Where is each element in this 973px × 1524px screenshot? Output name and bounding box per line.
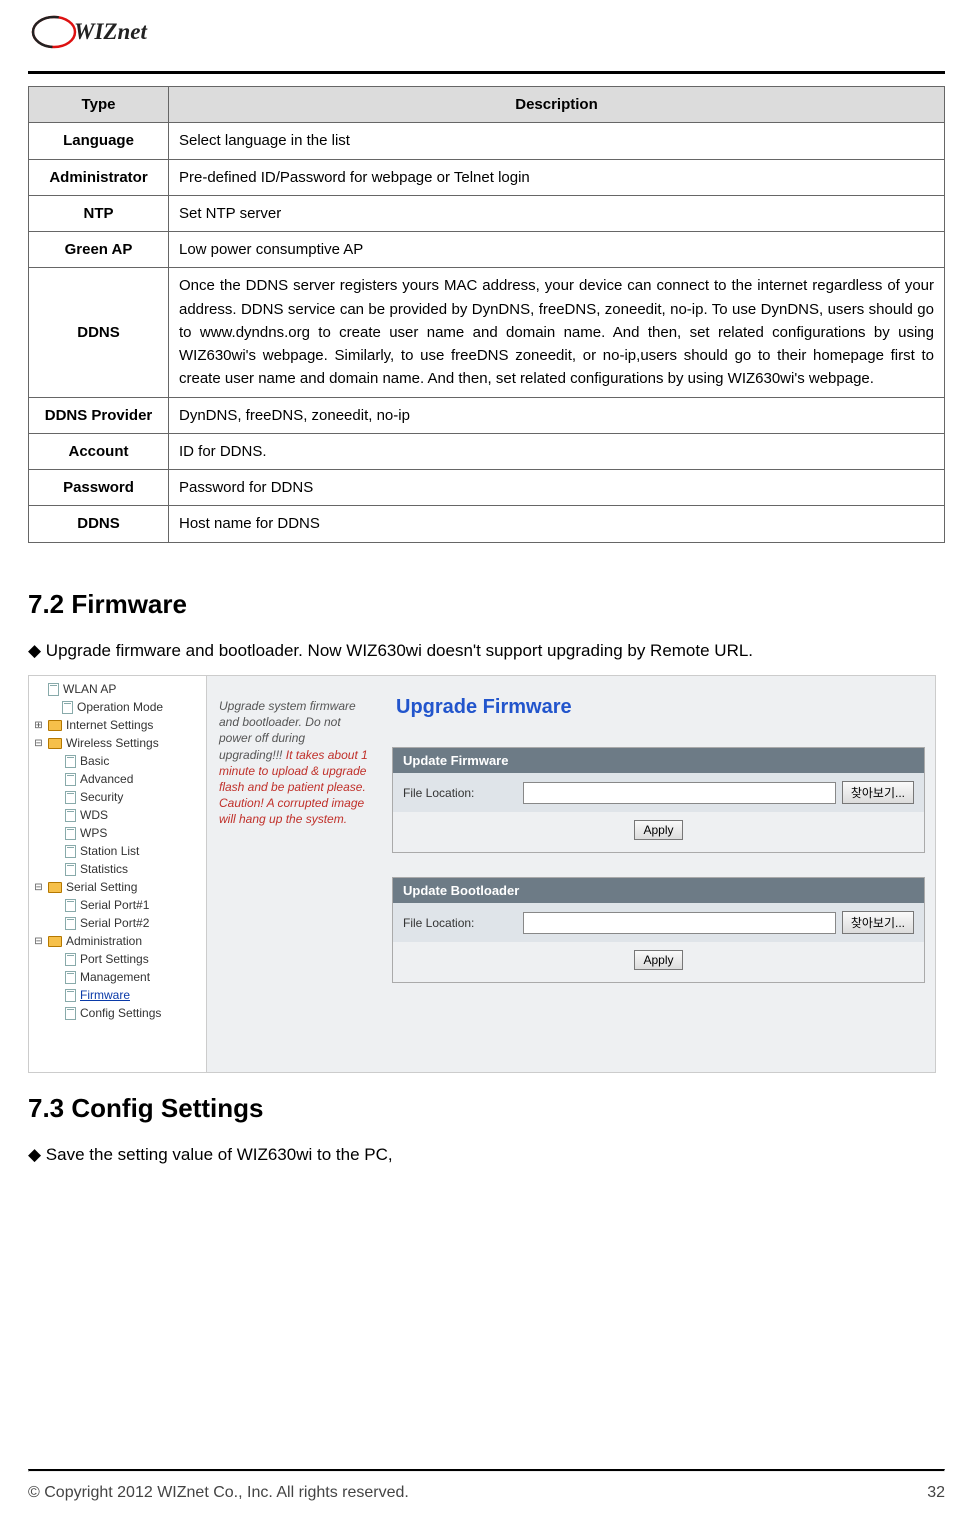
tree-serial-port-2[interactable]: Serial Port#2 — [33, 914, 202, 932]
table-row: LanguageSelect language in the list — [29, 123, 945, 159]
update-firmware-box: Update Firmware File Location: 찾아보기... A… — [392, 747, 925, 853]
tree-internet-settings[interactable]: ⊞Internet Settings — [33, 716, 202, 734]
table-row: DDNSOnce the DDNS server registers yours… — [29, 268, 945, 397]
tree-port-settings[interactable]: Port Settings — [33, 950, 202, 968]
col-type: Type — [29, 87, 169, 123]
header-rule — [28, 71, 945, 74]
spec-table: Type Description LanguageSelect language… — [28, 86, 945, 543]
svg-text:WIZnet: WIZnet — [74, 19, 147, 44]
update-bootloader-box: Update Bootloader File Location: 찾아보기...… — [392, 877, 925, 983]
tree-operation-mode[interactable]: Operation Mode — [33, 698, 202, 716]
firmware-bullet: ◆ Upgrade firmware and bootloader. Now W… — [28, 638, 945, 664]
tree-wds[interactable]: WDS — [33, 806, 202, 824]
table-row: PasswordPassword for DDNS — [29, 470, 945, 506]
table-row: AdministratorPre-defined ID/Password for… — [29, 159, 945, 195]
table-row: Green APLow power consumptive AP — [29, 232, 945, 268]
tree-serial-setting[interactable]: ⊟Serial Setting — [33, 878, 202, 896]
table-row: DDNSHost name for DDNS — [29, 506, 945, 542]
nav-tree: WLAN AP Operation Mode ⊞Internet Setting… — [29, 676, 207, 1072]
page-number: 32 — [927, 1484, 945, 1502]
tree-basic[interactable]: Basic — [33, 752, 202, 770]
tree-firmware[interactable]: Firmware — [33, 986, 202, 1004]
tree-advanced[interactable]: Advanced — [33, 770, 202, 788]
footer-rule — [28, 1469, 945, 1472]
firmware-screenshot: WLAN AP Operation Mode ⊞Internet Setting… — [28, 675, 936, 1073]
copyright-text: © Copyright 2012 WIZnet Co., Inc. All ri… — [28, 1484, 409, 1502]
bootloader-apply-button[interactable]: Apply — [634, 950, 682, 970]
section-firmware-heading: 7.2 Firmware — [28, 589, 945, 620]
bootloader-browse-button[interactable]: 찾아보기... — [842, 911, 914, 934]
tree-config-settings[interactable]: Config Settings — [33, 1004, 202, 1022]
tree-statistics[interactable]: Statistics — [33, 860, 202, 878]
content-panel: Upgrade Firmware Update Firmware File Lo… — [382, 676, 935, 1072]
tree-serial-port-1[interactable]: Serial Port#1 — [33, 896, 202, 914]
table-row: DDNS ProviderDynDNS, freeDNS, zoneedit, … — [29, 397, 945, 433]
page-title: Upgrade Firmware — [396, 696, 925, 719]
tree-station-list[interactable]: Station List — [33, 842, 202, 860]
table-row: AccountID for DDNS. — [29, 433, 945, 469]
tree-wireless-settings[interactable]: ⊟Wireless Settings — [33, 734, 202, 752]
tree-wps[interactable]: WPS — [33, 824, 202, 842]
table-row: NTPSet NTP server — [29, 195, 945, 231]
file-location-label: File Location: — [403, 916, 523, 930]
firmware-file-input[interactable] — [523, 782, 836, 804]
section-config-heading: 7.3 Config Settings — [28, 1093, 945, 1124]
bootloader-file-input[interactable] — [523, 912, 836, 934]
tree-security[interactable]: Security — [33, 788, 202, 806]
brand-logo: WIZnet — [28, 10, 945, 63]
tree-root[interactable]: WLAN AP — [33, 680, 202, 698]
tree-administration[interactable]: ⊟Administration — [33, 932, 202, 950]
file-location-label: File Location: — [403, 786, 523, 800]
update-firmware-header: Update Firmware — [393, 748, 924, 773]
hint-panel: Upgrade system firmware and bootloader. … — [207, 676, 382, 1072]
firmware-apply-button[interactable]: Apply — [634, 820, 682, 840]
firmware-browse-button[interactable]: 찾아보기... — [842, 781, 914, 804]
update-bootloader-header: Update Bootloader — [393, 878, 924, 903]
tree-management[interactable]: Management — [33, 968, 202, 986]
col-desc: Description — [169, 87, 945, 123]
config-bullet: ◆ Save the setting value of WIZ630wi to … — [28, 1142, 945, 1168]
